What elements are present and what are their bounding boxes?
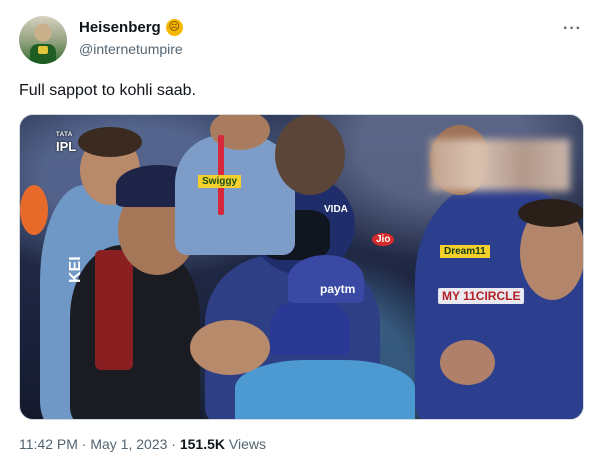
hands-right (440, 340, 495, 385)
frown-emoji-icon: ☹ (165, 19, 183, 36)
player-front (235, 360, 415, 419)
tweet-text: Full sappot to kohli saab. (19, 82, 196, 99)
avatar[interactable] (19, 16, 67, 64)
blurred-region (430, 139, 570, 191)
name-row: Heisenberg ☹ (79, 19, 183, 36)
sponsor-label-2: VIDA (324, 204, 348, 215)
player-back-head (275, 115, 345, 195)
ipl-logo-text: IPL (56, 139, 77, 154)
player-rcb (70, 245, 200, 419)
player-right-hair (518, 199, 583, 227)
sponsor-label-1: Dream11 (440, 245, 490, 258)
sponsor-label-3: paytm (320, 282, 356, 296)
sponsor-label-6: KEI (67, 256, 84, 283)
player-rcb-stripe (95, 250, 133, 370)
player-left-hair (78, 127, 142, 157)
sponsor-label-4: MY 11CIRCLE (438, 288, 525, 304)
hands (190, 320, 270, 375)
orange-cap (20, 185, 48, 235)
ipl-logo: TATA IPL (56, 129, 76, 153)
tweet-image[interactable]: TATA IPL Dream11 VIDA paytm MY 11CIRCLE … (19, 114, 584, 420)
more-options-icon[interactable]: ··· (563, 20, 582, 38)
user-handle[interactable]: @internetumpire (79, 41, 183, 57)
display-name[interactable]: Heisenberg (79, 19, 161, 36)
sponsor-label-7: Swiggy (198, 175, 242, 188)
player-front-cap (270, 297, 350, 355)
tweet-header: Heisenberg ☹ @internetumpire ··· (19, 16, 584, 66)
